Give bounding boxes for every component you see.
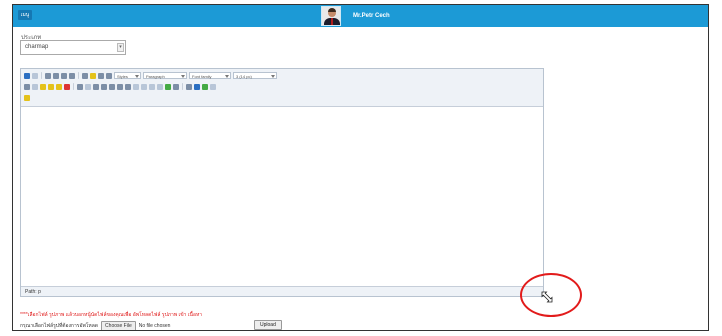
- background-color-icon[interactable]: [194, 83, 200, 90]
- upload-row: กรุณาเลือกไฟล์รูปที่ต้องการอัพโหลด Choos…: [20, 321, 171, 330]
- cut-icon[interactable]: [24, 83, 30, 90]
- replace-icon[interactable]: [85, 83, 91, 90]
- new-document-icon[interactable]: [32, 72, 38, 79]
- align-justify-icon[interactable]: [106, 72, 112, 79]
- highlight-circle: [520, 273, 582, 317]
- window-frame: เมนู Mr.Petr Cech ประเภท charmap ▾ Style…: [12, 4, 709, 331]
- more-options-icon[interactable]: [210, 83, 216, 90]
- emoticon-icon[interactable]: [24, 94, 30, 101]
- choose-file-button[interactable]: Choose File: [101, 321, 136, 330]
- upload-button[interactable]: Upload: [254, 320, 282, 330]
- username-label: Mr.Petr Cech: [353, 13, 390, 19]
- underline-icon[interactable]: [61, 72, 67, 79]
- align-center-icon[interactable]: [90, 72, 96, 79]
- strikethrough-icon[interactable]: [69, 72, 75, 79]
- bold-icon[interactable]: [45, 72, 51, 79]
- paste-icon[interactable]: [40, 83, 46, 90]
- link-icon[interactable]: [141, 83, 147, 90]
- image-icon[interactable]: [64, 83, 70, 90]
- chevron-down-icon: ▾: [117, 43, 124, 52]
- editor-toolbar: Styles Paragraph Font family 3 (14 pc): [21, 69, 543, 107]
- editor-content-area[interactable]: [21, 107, 543, 286]
- editor-path-bar: Path: p: [21, 286, 543, 296]
- toolbar-separator: [182, 83, 183, 90]
- unlink-icon[interactable]: [149, 83, 155, 90]
- paste-text-icon[interactable]: [48, 83, 54, 90]
- indent-icon[interactable]: [117, 83, 123, 90]
- user-avatar-icon: [321, 6, 341, 26]
- italic-icon[interactable]: [53, 72, 59, 79]
- upload-warning-text: ****เลือกไฟล์ รูปภาพ แล้วบอกหนู้นัดไฟล์ข…: [20, 312, 203, 318]
- font-color-icon[interactable]: [202, 83, 208, 90]
- styles-dropdown[interactable]: Styles: [114, 72, 141, 79]
- undo-icon[interactable]: [125, 83, 131, 90]
- outdent-icon[interactable]: [109, 83, 115, 90]
- align-right-icon[interactable]: [98, 72, 104, 79]
- copy-icon[interactable]: [32, 83, 38, 90]
- type-select-value: charmap: [25, 44, 49, 50]
- text-color-icon[interactable]: [186, 83, 192, 90]
- upload-label: กรุณาเลือกไฟล์รูปที่ต้องการอัพโหลด: [20, 323, 99, 329]
- no-file-chosen-text: No file chosen: [138, 323, 171, 329]
- rich-text-editor: Styles Paragraph Font family 3 (14 pc) P…: [20, 68, 544, 297]
- find-icon[interactable]: [77, 83, 83, 90]
- anchor-icon[interactable]: [157, 83, 163, 90]
- toolbar-separator: [41, 72, 42, 79]
- format-dropdown[interactable]: Paragraph: [143, 72, 187, 79]
- code-icon[interactable]: [165, 83, 171, 90]
- save-icon[interactable]: [24, 72, 30, 79]
- menu-button[interactable]: เมนู: [18, 10, 32, 20]
- font-family-dropdown[interactable]: Font family: [189, 72, 231, 79]
- toolbar-separator: [73, 83, 74, 90]
- bullet-list-icon[interactable]: [93, 83, 99, 90]
- paste-word-icon[interactable]: [56, 83, 62, 90]
- top-bar: เมนู Mr.Petr Cech: [13, 5, 708, 27]
- toolbar-separator: [78, 72, 79, 79]
- align-left-icon[interactable]: [82, 72, 88, 79]
- user-area[interactable]: Mr.Petr Cech: [321, 6, 390, 26]
- numbered-list-icon[interactable]: [101, 83, 107, 90]
- horizontal-rule-icon[interactable]: [173, 83, 179, 90]
- redo-icon[interactable]: [133, 83, 139, 90]
- font-size-dropdown[interactable]: 3 (14 pc): [233, 72, 277, 79]
- type-select[interactable]: charmap ▾: [20, 40, 126, 55]
